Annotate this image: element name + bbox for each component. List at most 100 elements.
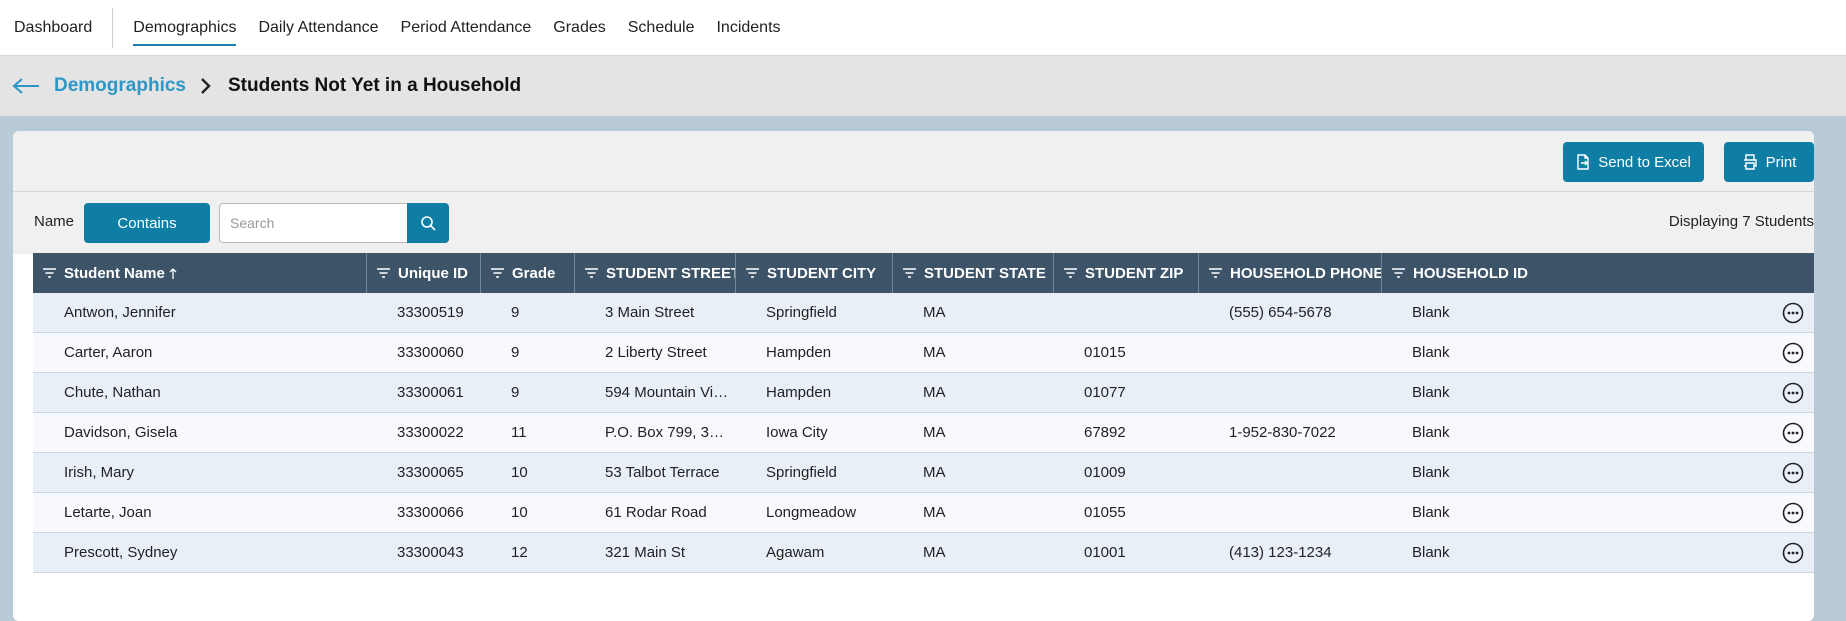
cell-student-zip: 01009 bbox=[1084, 464, 1126, 481]
cell-household-id: Blank bbox=[1412, 304, 1450, 321]
cell-household-phone bbox=[1198, 333, 1381, 372]
header-household-id[interactable]: HOUSEHOLD ID bbox=[1381, 253, 1571, 293]
more-actions-icon[interactable] bbox=[1782, 502, 1804, 524]
nav-schedule[interactable]: Schedule bbox=[628, 0, 695, 56]
search-icon bbox=[421, 216, 436, 231]
cell-student-state: MA bbox=[923, 424, 946, 441]
cell-household-id: Blank bbox=[1412, 464, 1450, 481]
back-arrow-icon[interactable] bbox=[12, 75, 42, 97]
column-filter-icon[interactable] bbox=[1392, 268, 1405, 278]
cell-household-id: Blank bbox=[1412, 424, 1450, 441]
cell-student-street: 321 Main St bbox=[605, 544, 686, 561]
cell-student-street: 3 Main Street bbox=[605, 304, 695, 321]
header-student-city[interactable]: STUDENT CITY bbox=[735, 253, 892, 293]
cell-student-street: 594 Mountain View bbox=[605, 384, 733, 401]
nav-grades[interactable]: Grades bbox=[553, 0, 605, 56]
cell-student-zip: 01055 bbox=[1084, 504, 1126, 521]
cell-unique-id: 33300060 bbox=[397, 344, 464, 361]
search-input[interactable] bbox=[219, 203, 407, 243]
page-title: Students Not Yet in a Household bbox=[227, 75, 522, 96]
cell-student-street: 2 Liberty Street bbox=[605, 344, 707, 361]
header-student-zip[interactable]: STUDENT ZIP bbox=[1053, 253, 1198, 293]
sort-ascending-icon[interactable] bbox=[169, 267, 177, 279]
cell-unique-id: 33300065 bbox=[397, 464, 464, 481]
cell-student-state: MA bbox=[923, 464, 946, 481]
cell-student-name: Irish, Mary bbox=[64, 464, 135, 481]
more-actions-icon[interactable] bbox=[1782, 342, 1804, 364]
more-actions-icon[interactable] bbox=[1782, 542, 1804, 564]
header-household-phone[interactable]: HOUSEHOLD PHONE bbox=[1198, 253, 1381, 293]
column-filter-icon[interactable] bbox=[1064, 268, 1077, 278]
nav-period-attendance[interactable]: Period Attendance bbox=[401, 0, 532, 56]
table-row[interactable]: Carter, Aaron 33300060 9 2 Liberty Stree… bbox=[33, 333, 1814, 373]
cell-grade: 10 bbox=[511, 464, 528, 481]
cell-student-name: Carter, Aaron bbox=[64, 344, 153, 361]
table-row[interactable]: Letarte, Joan 33300066 10 61 Rodar Road … bbox=[33, 493, 1814, 533]
nav-dashboard[interactable]: Dashboard bbox=[14, 0, 92, 56]
cell-household-id: Blank bbox=[1412, 504, 1450, 521]
cell-unique-id: 33300066 bbox=[397, 504, 464, 521]
cell-unique-id: 33300043 bbox=[397, 544, 464, 561]
more-actions-icon[interactable] bbox=[1782, 422, 1804, 444]
column-filter-icon[interactable] bbox=[1209, 268, 1222, 278]
nav-demographics[interactable]: Demographics bbox=[133, 0, 237, 56]
header-grade[interactable]: Grade bbox=[480, 253, 574, 293]
cell-student-zip: 01077 bbox=[1084, 384, 1126, 401]
cell-student-zip: 67892 bbox=[1084, 424, 1126, 441]
cell-student-city: Springfield bbox=[766, 304, 837, 321]
column-filter-icon[interactable] bbox=[377, 268, 390, 278]
table-row[interactable]: Prescott, Sydney 33300043 12 321 Main St… bbox=[33, 533, 1814, 573]
cell-household-id: Blank bbox=[1412, 384, 1450, 401]
cell-grade: 12 bbox=[511, 544, 528, 561]
column-filter-icon[interactable] bbox=[903, 268, 916, 278]
send-to-excel-button[interactable]: Send to Excel bbox=[1563, 142, 1704, 182]
filter-field-label: Name bbox=[34, 213, 75, 230]
search-button[interactable] bbox=[407, 203, 449, 243]
nav-separator bbox=[112, 7, 114, 48]
cell-grade: 10 bbox=[511, 504, 528, 521]
cell-student-state: MA bbox=[923, 384, 946, 401]
filter-row: Name Contains Displaying 7 Students bbox=[13, 192, 1814, 254]
nav-daily-attendance[interactable]: Daily Attendance bbox=[258, 0, 378, 56]
cell-student-zip: 01001 bbox=[1084, 544, 1126, 561]
header-unique-id[interactable]: Unique ID bbox=[366, 253, 480, 293]
breadcrumb: Demographics Students Not Yet in a House… bbox=[0, 56, 1846, 116]
table-header: Student Name Unique ID Grade STUDENT STR… bbox=[33, 253, 1814, 293]
header-student-street[interactable]: STUDENT STREET bbox=[574, 253, 735, 293]
chevron-right-icon bbox=[200, 76, 214, 96]
nav-incidents[interactable]: Incidents bbox=[716, 0, 780, 56]
column-filter-icon[interactable] bbox=[43, 268, 56, 278]
header-student-name[interactable]: Student Name bbox=[33, 253, 366, 293]
cell-student-name: Prescott, Sydney bbox=[64, 544, 178, 561]
cell-grade: 9 bbox=[511, 384, 520, 401]
cell-student-state: MA bbox=[923, 344, 946, 361]
more-actions-icon[interactable] bbox=[1782, 382, 1804, 404]
table-row[interactable]: Antwon, Jennifer 33300519 9 3 Main Stree… bbox=[33, 293, 1814, 333]
table-row[interactable]: Irish, Mary 33300065 10 53 Talbot Terrac… bbox=[33, 453, 1814, 493]
top-nav: Dashboard Demographics Daily Attendance … bbox=[0, 0, 1846, 56]
cell-student-street: 61 Rodar Road bbox=[605, 504, 707, 521]
cell-student-name: Antwon, Jennifer bbox=[64, 304, 176, 321]
cell-student-name: Davidson, Gisela bbox=[64, 424, 178, 441]
table-row[interactable]: Chute, Nathan 33300061 9 594 Mountain Vi… bbox=[33, 373, 1814, 413]
table-row[interactable]: Davidson, Gisela 33300022 11 P.O. Box 79… bbox=[33, 413, 1814, 453]
header-student-state[interactable]: STUDENT STATE bbox=[892, 253, 1053, 293]
more-actions-icon[interactable] bbox=[1782, 302, 1804, 324]
display-count: Displaying 7 Students bbox=[1669, 213, 1814, 230]
column-filter-icon[interactable] bbox=[585, 268, 598, 278]
breadcrumb-demographics-link[interactable]: Demographics bbox=[54, 75, 186, 97]
column-filter-icon[interactable] bbox=[746, 268, 759, 278]
print-button[interactable]: Print bbox=[1724, 142, 1814, 182]
cell-household-phone bbox=[1198, 453, 1381, 492]
cell-student-city: Agawam bbox=[766, 544, 825, 561]
cell-student-street: P.O. Box 799, 3104 O… bbox=[605, 424, 735, 441]
cell-student-state: MA bbox=[923, 544, 946, 561]
cell-grade: 9 bbox=[511, 344, 520, 361]
column-filter-icon[interactable] bbox=[491, 268, 504, 278]
cell-household-id: Blank bbox=[1412, 344, 1450, 361]
filter-mode-contains-button[interactable]: Contains bbox=[84, 203, 210, 243]
display-count-prefix: Displaying bbox=[1668, 213, 1739, 230]
cell-student-city: Springfield bbox=[766, 464, 837, 481]
more-actions-icon[interactable] bbox=[1782, 462, 1804, 484]
print-label: Print bbox=[1765, 153, 1797, 171]
